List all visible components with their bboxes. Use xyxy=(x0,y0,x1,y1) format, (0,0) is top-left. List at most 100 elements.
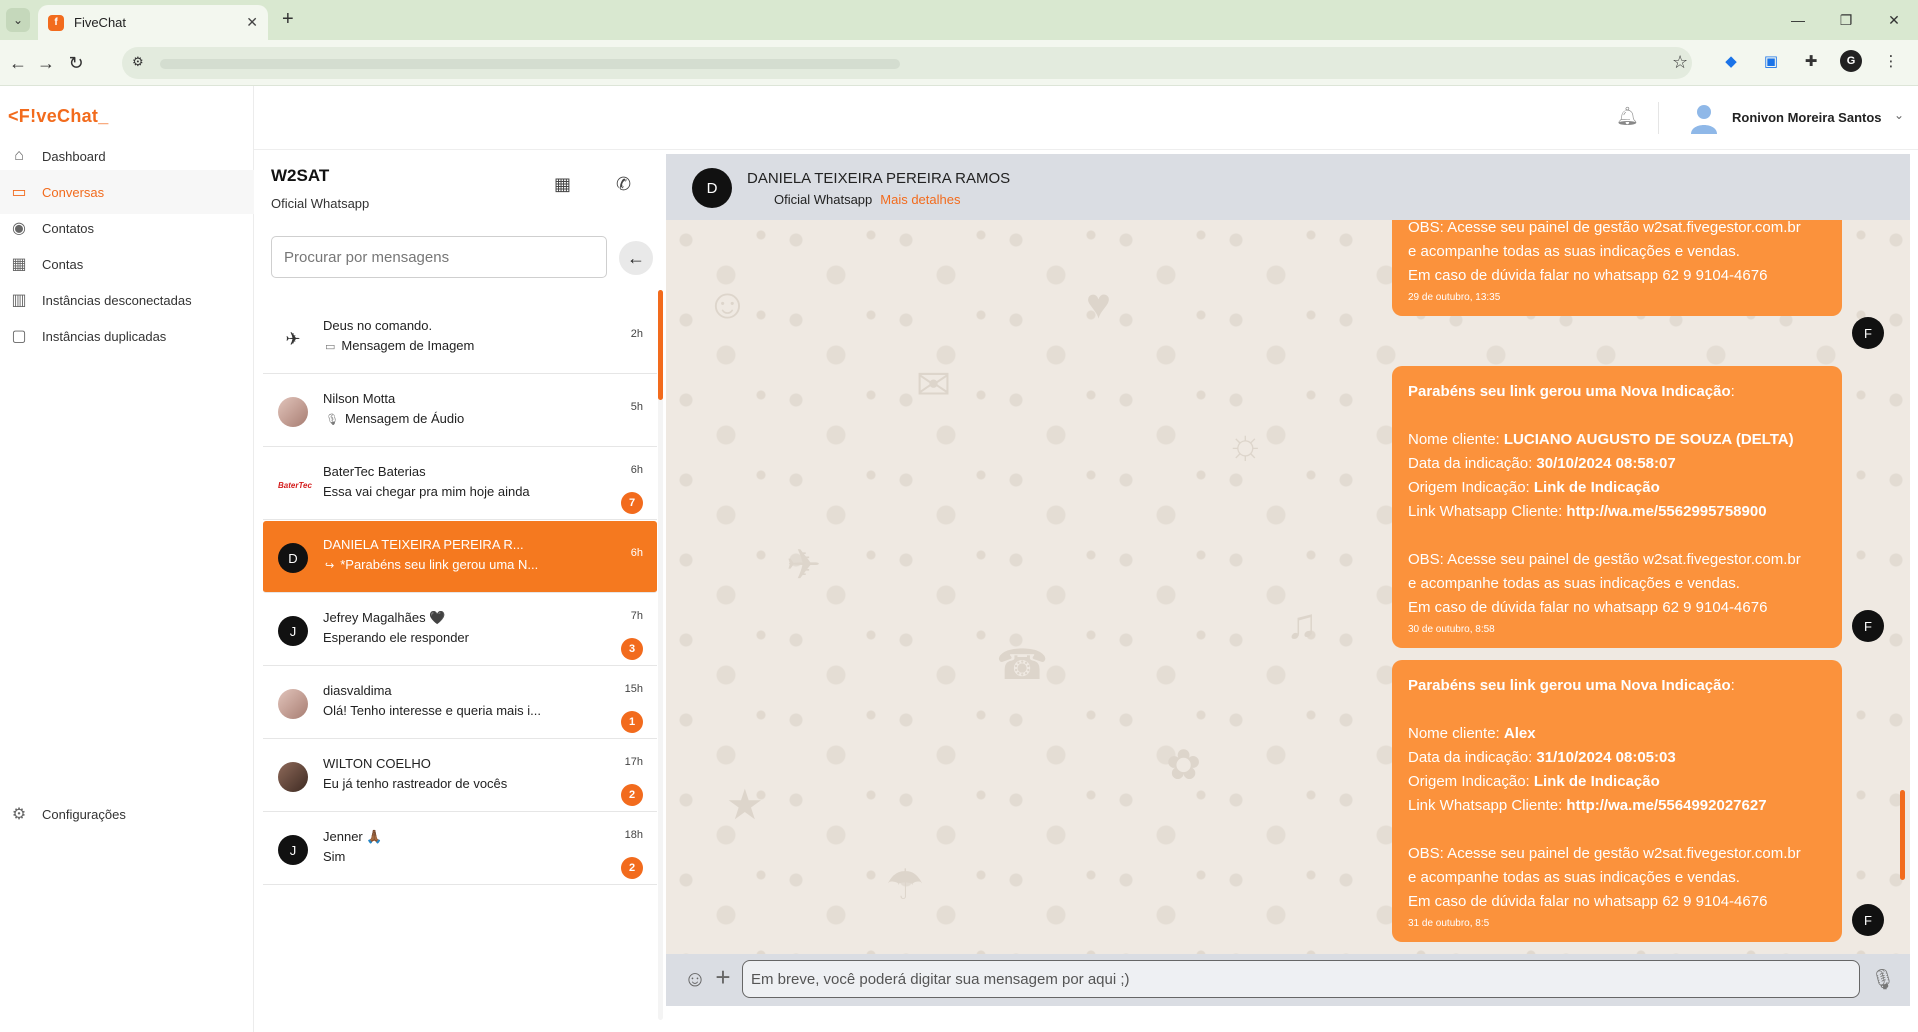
phone-icon[interactable]: ✆ xyxy=(616,174,631,195)
conversation-item[interactable]: ✈ Deus no comando. ▭ Mensagem de Imagem 2… xyxy=(263,302,657,374)
search-input[interactable] xyxy=(271,236,607,278)
client-whatsapp-link[interactable]: http://wa.me/5562995758900 xyxy=(1566,503,1766,520)
conversation-name: Nilson Motta xyxy=(323,391,396,406)
conversation-preview: ↪ *Parabéns seu link gerou uma N... xyxy=(325,557,539,572)
message-timestamp: 30 de outubro, 8:58 xyxy=(1408,624,1495,635)
bar-chart-icon: ▥ xyxy=(11,292,27,309)
doodle-icon: ✈ xyxy=(786,541,822,588)
conversation-item[interactable]: J Jenner 🙏🏾 Sim 18h 2 xyxy=(263,813,657,885)
chat-contact-avatar: D xyxy=(692,168,732,208)
minimize-button[interactable]: — xyxy=(1774,0,1822,40)
conversation-name: WILTON COELHO xyxy=(323,756,431,771)
tab-search-button[interactable]: ⌄ xyxy=(6,8,30,32)
conversation-name: diasvaldima xyxy=(323,683,392,698)
message-bubble: OBS: Acesse seu painel de gestão w2sat.f… xyxy=(1392,220,1842,316)
client-whatsapp-link[interactable]: http://wa.me/5564992027627 xyxy=(1566,797,1766,814)
user-name[interactable]: Ronivon Moreira Santos xyxy=(1732,110,1882,125)
site-info-icon[interactable]: ⚙ xyxy=(132,54,144,70)
sidebar-item-label: Dashboard xyxy=(42,148,106,164)
tab-close-icon[interactable]: ✕ xyxy=(246,14,258,31)
chat-scrollbar-thumb[interactable] xyxy=(1900,790,1905,880)
conversation-item[interactable]: BaterTec BaterTec Baterias Essa vai cheg… xyxy=(263,448,657,520)
user-avatar-icon[interactable] xyxy=(1686,100,1722,136)
conversation-time: 17h xyxy=(624,756,643,768)
microphone-icon[interactable]: 🎙︎ xyxy=(1870,966,1896,992)
conversation-preview: Sim xyxy=(323,849,346,864)
sidebar-item-label: Instâncias duplicadas xyxy=(42,328,167,344)
browser-tab-bar: ⌄ f FiveChat ✕ + — ❐ ✕ xyxy=(0,0,1918,40)
contact-avatar: J xyxy=(278,616,308,646)
fivechat-app: <F!veChat_ ⌂ Dashboard ▭ Conversas ◉ Con… xyxy=(0,86,1918,1032)
address-bar[interactable]: ⚙ xyxy=(122,47,1692,79)
plus-icon[interactable]: + xyxy=(710,962,736,992)
doodle-icon: ♫ xyxy=(1286,600,1318,647)
unread-badge: 7 xyxy=(621,492,643,514)
chat-contact-name: DANIELA TEIXEIRA PEREIRA RAMOS xyxy=(747,170,1011,187)
conversation-name: BaterTec Baterias xyxy=(323,464,426,479)
contact-avatar: BaterTec xyxy=(278,470,312,500)
contact-avatar xyxy=(278,689,308,719)
sidebar-item-label: Configurações xyxy=(42,806,126,822)
message-timestamp: 31 de outubro, 8:5 xyxy=(1408,918,1490,929)
sidebar-item-label: Contatos xyxy=(42,220,95,236)
conversation-name: Deus no comando. xyxy=(323,318,433,333)
conversation-item[interactable]: WILTON COELHO Eu já tenho rastreador de … xyxy=(263,740,657,812)
chevron-down-icon: ⌄ xyxy=(12,13,24,27)
browser-toolbar: ← → ↻ ⚙ ☆ ◆ ▣ ✚ G ⋮ xyxy=(0,40,1918,86)
sidebar-extension-icon[interactable]: ▣ xyxy=(1760,50,1782,72)
emoji-icon[interactable]: ☺ xyxy=(682,966,708,992)
back-arrow-button[interactable]: ← xyxy=(619,241,653,275)
restore-button[interactable]: ❐ xyxy=(1822,0,1870,40)
chevron-down-icon[interactable]: ⌄ xyxy=(1894,108,1904,122)
sender-avatar: F xyxy=(1852,904,1884,936)
more-details-link[interactable]: Mais detalhes xyxy=(880,192,960,207)
bell-icon[interactable]: 🔔︎ xyxy=(1616,106,1639,127)
window-controls: — ❐ ✕ xyxy=(1774,0,1918,40)
conversation-list-panel: W2SAT Oficial Whatsapp ▦ ✆ ← ✈ Deus no c… xyxy=(254,150,666,1032)
contact-avatar: J xyxy=(278,835,308,865)
gear-icon: ⚙ xyxy=(11,806,27,823)
doodle-icon: ☎ xyxy=(996,641,1049,688)
conversation-name: Jenner 🙏🏾 xyxy=(323,829,383,844)
doodle-icon: ☂ xyxy=(886,861,924,908)
puzzle-extensions-icon[interactable]: ✚ xyxy=(1800,50,1822,72)
extension-icons: ◆ ▣ ✚ G ⋮ xyxy=(1720,50,1902,72)
microphone-icon: 🎙︎ xyxy=(325,414,339,426)
contact-avatar xyxy=(278,397,308,427)
bookmark-star-icon[interactable]: ☆ xyxy=(1672,52,1688,73)
sidebar-item-configuracoes[interactable]: ⚙ Configurações xyxy=(0,792,254,836)
message-bubble: Parabéns seu link gerou uma Nova Indicaç… xyxy=(1392,660,1842,942)
forward-arrow-icon[interactable]: → xyxy=(34,51,58,75)
tag-extension-icon[interactable]: ◆ xyxy=(1720,50,1742,72)
blurred-url xyxy=(160,59,900,69)
conversation-item[interactable]: diasvaldima Olá! Tenho interesse e queri… xyxy=(263,667,657,739)
more-menu-icon[interactable]: ⋮ xyxy=(1880,50,1902,72)
fivechat-logo[interactable]: <F!veChat_ xyxy=(8,106,109,127)
browser-tab[interactable]: f FiveChat ✕ xyxy=(38,5,268,40)
conversation-item[interactable]: J Jefrey Magalhães 🖤 Esperando ele respo… xyxy=(263,594,657,666)
list-scrollbar-thumb[interactable] xyxy=(658,290,663,400)
conversation-name: Jefrey Magalhães 🖤 xyxy=(323,610,446,625)
chat-icon: ▭ xyxy=(11,184,27,201)
new-tab-button[interactable]: + xyxy=(282,8,294,31)
conversation-time: 18h xyxy=(624,829,643,841)
message-input[interactable] xyxy=(742,960,1860,998)
conversation-item-active[interactable]: D DANIELA TEIXEIRA PEREIRA R... ↪ *Parabé… xyxy=(263,521,657,593)
back-arrow-icon[interactable]: ← xyxy=(6,51,30,75)
sidebar-item-instancias-duplicadas[interactable]: ▢ Instâncias duplicadas xyxy=(0,314,254,358)
profile-avatar-icon[interactable]: G xyxy=(1840,50,1862,72)
home-icon: ⌂ xyxy=(14,147,24,164)
conversation-item[interactable]: Nilson Motta 🎙︎ Mensagem de Áudio 5h xyxy=(263,375,657,447)
building-icon[interactable]: ▦ xyxy=(554,174,571,195)
conversation-preview: 🎙︎ Mensagem de Áudio xyxy=(325,411,465,426)
chat-messages-area[interactable]: ☺ ✉ ♥ ☼ ✈ ☎ ✿ ★ ♫ ☂ OBS: Acesse seu pain… xyxy=(666,220,1910,954)
chat-header: D DANIELA TEIXEIRA PEREIRA RAMOS Oficial… xyxy=(666,154,1910,220)
contact-avatar: ✈ xyxy=(278,324,308,354)
message-timestamp: 29 de outubro, 13:35 xyxy=(1408,292,1501,303)
conversation-name: DANIELA TEIXEIRA PEREIRA R... xyxy=(323,537,524,552)
close-window-button[interactable]: ✕ xyxy=(1870,0,1918,40)
fivechat-favicon-icon: f xyxy=(48,14,64,31)
conversation-time: 5h xyxy=(630,401,643,413)
reload-icon[interactable]: ↻ xyxy=(64,51,88,75)
message-bubble: Parabéns seu link gerou uma Nova Indicaç… xyxy=(1392,366,1842,648)
